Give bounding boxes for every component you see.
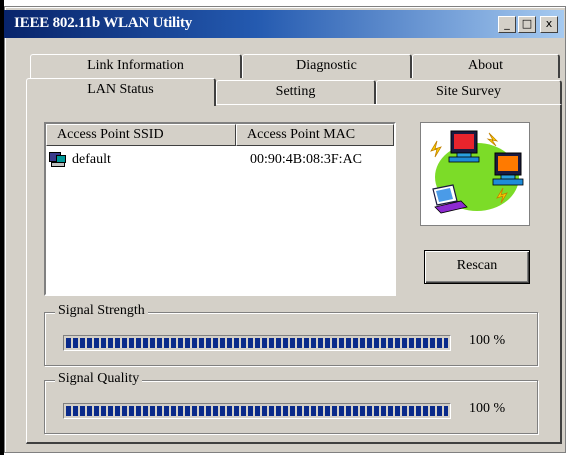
title-bar[interactable]: IEEE 802.11b WLAN Utility _ □ x (4, 10, 564, 38)
tab-diagnostic[interactable]: Diagnostic (242, 54, 412, 78)
signal-strength-bar (63, 335, 451, 351)
maximize-button[interactable]: □ (518, 16, 536, 33)
signal-quality-bar (63, 403, 451, 419)
signal-quality-value: 100 % (469, 401, 506, 416)
signal-strength-fill (66, 338, 448, 348)
tab-site-survey[interactable]: Site Survey (376, 80, 562, 104)
column-header-ssid[interactable]: Access Point SSID (46, 124, 236, 146)
minimize-button[interactable]: _ (498, 16, 516, 33)
ap-ssid: default (72, 152, 111, 167)
table-row[interactable]: default 00:90:4B:08:3F:AC (48, 150, 388, 170)
tab-about[interactable]: About (412, 54, 560, 78)
tab-link-information[interactable]: Link Information (30, 54, 242, 78)
signal-strength-label: Signal Strength (55, 303, 148, 319)
window-title: IEEE 802.11b WLAN Utility (14, 15, 193, 31)
signal-quality-fill (66, 406, 448, 416)
wireless-network-illustration-icon (420, 122, 530, 226)
list-header: Access Point SSID Access Point MAC (46, 124, 394, 146)
close-button[interactable]: x (540, 16, 558, 33)
signal-strength-value: 100 % (469, 333, 506, 348)
signal-quality-group: Signal Quality 100 % (44, 371, 538, 434)
rescan-button[interactable]: Rescan (424, 250, 530, 284)
rescan-label: Rescan (456, 258, 498, 273)
signal-strength-group: Signal Strength 100 % (44, 303, 538, 366)
ap-mac: 00:90:4B:08:3F:AC (250, 152, 363, 167)
column-header-mac[interactable]: Access Point MAC (236, 124, 394, 146)
signal-quality-label: Signal Quality (55, 371, 143, 387)
access-point-list[interactable]: Access Point SSID Access Point MAC defau… (44, 122, 396, 296)
network-computer-icon (48, 151, 68, 169)
tab-setting[interactable]: Setting (216, 80, 376, 104)
tab-lan-status[interactable]: LAN Status (26, 78, 216, 106)
